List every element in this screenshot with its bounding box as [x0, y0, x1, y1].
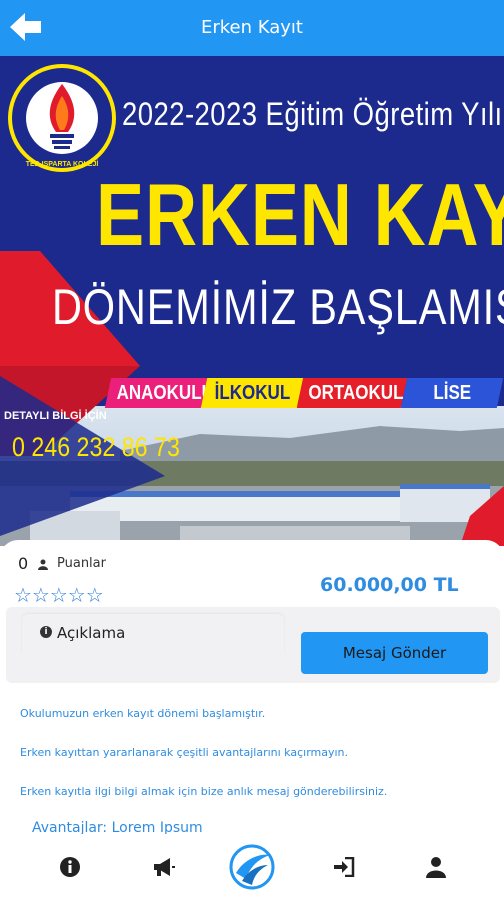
bottom-navigation [0, 834, 504, 900]
info-icon [60, 857, 80, 877]
description-advantages-partial: Avantajlar: Lorem Ipsum [32, 820, 203, 834]
user-icon [38, 559, 48, 570]
logo-text: TED ISPARTA KOLEJİ [26, 160, 99, 168]
rating-stars[interactable]: ☆☆☆☆☆ [14, 583, 104, 607]
school-logo: TED ISPARTA KOLEJİ [8, 64, 116, 172]
info-icon: i [40, 626, 52, 638]
banner-subline: DÖNEMİMİZ BAŞLAMIŞTIR [52, 279, 504, 335]
user-icon [426, 857, 446, 878]
app-logo-icon [229, 844, 275, 890]
description-paragraph: Okulumuzun erken kayıt dönemi başlamıştı… [20, 707, 266, 720]
level-pill-ilkokul: İLKOKUL [200, 378, 304, 408]
description-paragraph: Erken kayıtla ilgi bilgi almak için bize… [20, 785, 388, 798]
megaphone-icon [154, 858, 175, 876]
tab-description-label[interactable]: Açıklama [57, 624, 125, 642]
nav-login[interactable] [314, 834, 374, 900]
nav-info[interactable] [40, 834, 100, 900]
page-title: Erken Kayıt [201, 17, 303, 38]
points-count: 0 [18, 554, 29, 573]
level-pill-ortaokul: ORTAOKUL [296, 378, 408, 408]
nav-profile[interactable] [406, 834, 466, 900]
banner-detail-label: DETAYLI BİLGİ İÇİN [4, 410, 107, 422]
level-pill-anaokulu: ANAOKULU [104, 378, 214, 408]
banner-headline: ERKEN KAYIT [96, 165, 504, 264]
banner-year-line: 2022-2023 Eğitim Öğretim Yılı [122, 96, 503, 132]
app-header: Erken Kayıt [0, 0, 504, 56]
nav-announcements[interactable] [134, 834, 194, 900]
promo-banner-image: TED ISPARTA KOLEJİ 2022-2023 Eğitim Öğre… [0, 56, 504, 546]
nav-home[interactable] [222, 834, 282, 900]
banner-phone: 0 246 232 86 73 [12, 432, 180, 462]
description-paragraph: Erken kayıttan yararlanarak çeşitli avan… [20, 746, 349, 759]
send-message-button[interactable]: Mesaj Gönder [301, 632, 488, 674]
login-icon [334, 857, 355, 877]
level-pill-lise: LİSE [400, 378, 504, 408]
price: 60.000,00 TL [320, 574, 459, 596]
points-label: Puanlar [57, 556, 106, 571]
